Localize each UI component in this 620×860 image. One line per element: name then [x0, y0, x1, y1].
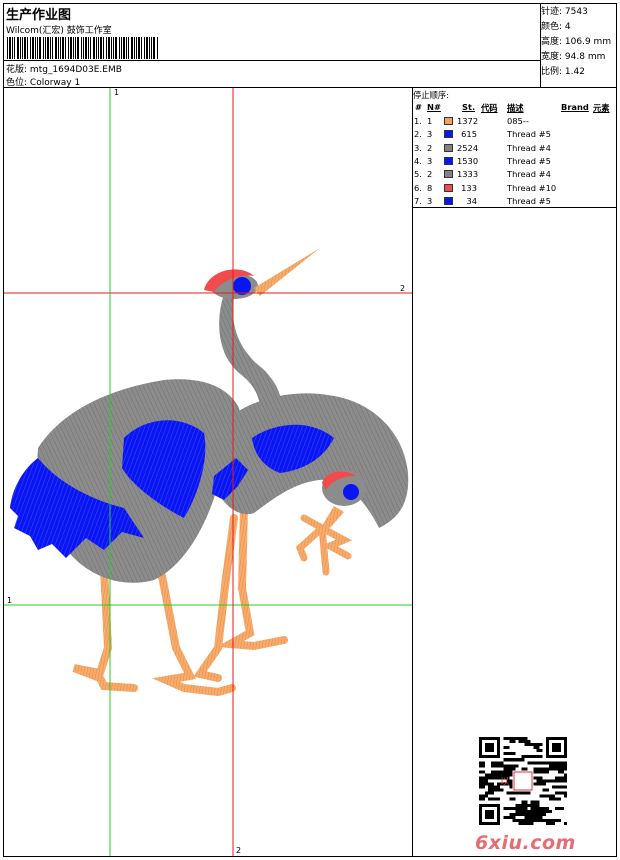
sequence-row: 3. 2 2524 Thread #4 [413, 143, 616, 156]
row-description: Thread #5 [507, 129, 551, 140]
crane-embroidery [4, 88, 412, 856]
sequence-row: 2. 3 615 Thread #5 [413, 129, 616, 142]
left-crane-eye [233, 277, 251, 295]
color-swatch [444, 170, 453, 179]
row-num: 5. [414, 169, 422, 180]
row-description: Thread #4 [507, 142, 551, 153]
design-label: 花版: [6, 65, 28, 75]
guide-label-v-top: 1 [114, 88, 120, 97]
color-swatch [444, 183, 453, 192]
sequence-row: 5. 2 1333 Thread #4 [413, 169, 616, 182]
design-name-line: 花版: mtg_1694D03E.EMB [6, 62, 122, 75]
col-brand: Brand [561, 102, 589, 112]
right-crane-eye [343, 484, 359, 500]
sequence-title: 停止顺序: [413, 90, 449, 100]
row-num: 4. [414, 155, 422, 166]
row-description: Thread #5 [507, 195, 551, 206]
stat-colors: 颜色: 4 [541, 22, 571, 32]
row-description: Thread #5 [507, 155, 551, 166]
row-num: 1. [414, 116, 422, 126]
stat-height: 高度: 106.9 mm [541, 37, 612, 47]
col-description: 描述 [507, 103, 524, 113]
guide-label-v-bottom: 2 [236, 846, 242, 855]
row-stitches: 2524 [457, 142, 479, 153]
col-num: # [415, 102, 422, 112]
color-swatch [444, 143, 453, 152]
color-swatch [444, 130, 453, 139]
row-num: 6. [414, 182, 422, 193]
right-crane-legs [193, 504, 288, 682]
sequence-row: 1. 1 1372 085-- [413, 116, 616, 129]
row-needle: 3 [427, 129, 433, 140]
row-description: Thread #10 [507, 182, 557, 193]
guide-label-h2: 1 [7, 596, 13, 605]
stat-width: 宽度: 94.8 mm [541, 52, 606, 62]
sequence-row: 6. 8 133 Thread #10 [413, 183, 616, 196]
watermark: 6xiu.com [475, 832, 576, 854]
col-code: 代码 [481, 103, 498, 113]
col-stitches: St. [462, 102, 476, 112]
col-element: 元素 [593, 103, 610, 113]
stat-scale: 比例: 1.42 [541, 67, 585, 77]
row-stitches: 34 [466, 195, 477, 206]
row-stitches: 615 [461, 129, 477, 140]
color-swatch [444, 196, 453, 205]
company-name: Wilcom(汇宏) 鼓饰工作室 [6, 26, 112, 36]
qr-code: 以 [479, 737, 567, 825]
col-needle: N# [427, 102, 441, 112]
right-crane-foot [295, 514, 353, 576]
row-needle: 8 [427, 182, 433, 193]
guide-label-h1: 2 [400, 284, 406, 293]
qr-stamp-text: 以 [500, 776, 545, 787]
color-swatch [444, 156, 453, 165]
row-stitches: 1530 [457, 155, 479, 166]
row-stitches: 133 [461, 182, 477, 193]
left-crane-beak [254, 248, 320, 296]
design-value: mtg_1694D03E.EMB [29, 65, 122, 75]
stat-stitches: 针迹: 7543 [541, 7, 588, 17]
barcode [7, 37, 158, 59]
row-stitches: 1372 [457, 116, 479, 126]
row-num: 7. [414, 195, 422, 206]
sequence-row: 4. 3 1530 Thread #5 [413, 156, 616, 169]
color-swatch [444, 117, 453, 125]
row-description: Thread #4 [507, 169, 551, 180]
page-title: 生产作业图 [6, 8, 72, 23]
row-needle: 2 [427, 142, 433, 153]
row-num: 3. [414, 142, 422, 153]
row-stitches: 1333 [457, 169, 479, 180]
row-needle: 3 [427, 155, 433, 166]
stats-panel: 针迹: 7543 颜色: 4 高度: 106.9 mm 宽度: 94.8 mm … [541, 5, 611, 80]
row-needle: 2 [427, 169, 433, 180]
right-crane-beak [322, 506, 344, 528]
row-num: 2. [414, 129, 422, 140]
row-needle: 1 [427, 116, 433, 126]
row-description: 085-- [507, 116, 529, 126]
row-needle: 3 [427, 195, 433, 206]
design-canvas: 1 2 1 2 [4, 88, 412, 856]
